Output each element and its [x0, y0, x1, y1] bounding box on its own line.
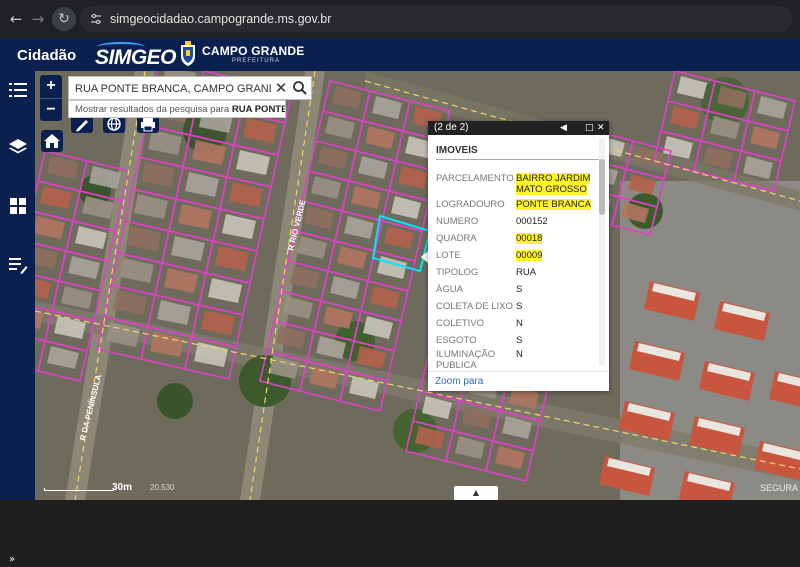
popup-header: (2 de 2) ◀ □ ✕ — [428, 121, 609, 135]
satellite-map[interactable]: R RIO VERDE R DA PENÍNSULA — [35, 71, 800, 500]
simgeo-logo-text: SIMGEO — [95, 46, 177, 69]
map-view[interactable]: R RIO VERDE R DA PENÍNSULA — [35, 71, 800, 500]
zoom-in-button[interactable]: + — [40, 75, 62, 98]
popup-field-value: S — [516, 284, 523, 295]
clear-search-icon[interactable]: ✕ — [273, 79, 289, 97]
expand-panel-button[interactable]: ▲ — [454, 486, 498, 500]
search-icon[interactable] — [291, 79, 309, 97]
popup-field-value: N — [516, 349, 523, 360]
scale-line — [44, 488, 114, 491]
edit-list-icon[interactable] — [8, 255, 28, 275]
popup-field-key: ESGOTO — [436, 335, 477, 346]
scale-label: 30m — [112, 482, 133, 493]
popup-counter: (2 de 2) — [434, 122, 469, 133]
popup-field-key: QUADRA — [436, 233, 477, 244]
previous-feature-icon[interactable]: ◀ — [560, 121, 567, 135]
address-bar[interactable]: simgeocidadao.campogrande.ms.gov.br — [80, 6, 792, 32]
layers-icon[interactable] — [8, 137, 28, 157]
list-menu-icon[interactable] — [8, 80, 28, 100]
app-header: Cidadão SIMGEO CAMPO GRANDE PREFEITURA — [0, 38, 800, 71]
popup-field-key: ÁGUA — [436, 284, 463, 295]
scale-bar: 30m — [44, 482, 164, 496]
map-attribution: SEGURA — [760, 483, 799, 493]
city-sub: PREFEITURA — [232, 58, 281, 64]
popup-field-key: ILUMINAÇÃO PUBLICA — [436, 349, 496, 371]
popup-scrollbar[interactable] — [599, 139, 605, 365]
feature-popup: (2 de 2) ◀ □ ✕ IMOVEIS PARCELAMENTO BAIRR… — [428, 121, 609, 391]
url-text: simgeocidadao.campogrande.ms.gov.br — [110, 12, 332, 26]
popup-field-value: RUA — [516, 267, 537, 278]
popup-body[interactable]: IMOVEIS PARCELAMENTO BAIRRO JARDIM MATO G… — [428, 135, 609, 371]
app-title: Cidadão — [17, 47, 77, 64]
coordinate-readout: 20.530 — [150, 483, 175, 492]
site-info-icon[interactable] — [88, 11, 104, 27]
search-suggestion[interactable]: Mostrar resultados da pesquisa para RUA … — [68, 100, 286, 118]
maximize-icon[interactable]: □ — [585, 121, 594, 135]
close-popup-icon[interactable]: ✕ — [597, 121, 605, 135]
popup-field-key: LOGRADOURO — [436, 199, 505, 210]
zoom-to-link[interactable]: Zoom para — [435, 376, 483, 387]
home-button[interactable] — [41, 130, 63, 152]
home-icon — [44, 134, 60, 148]
simgeo-logo: SIMGEO — [95, 42, 177, 69]
reload-icon[interactable]: ↻ — [52, 7, 76, 31]
popup-divider — [436, 159, 599, 160]
popup-footer: Zoom para — [428, 371, 609, 391]
popup-scroll-thumb[interactable] — [599, 159, 605, 215]
search-hint-prefix: Mostrar resultados da pesquisa para — [75, 104, 232, 115]
city-crest-icon — [179, 41, 197, 67]
popup-field-value: N — [516, 318, 523, 329]
popup-field-key: COLETA DE LIXO — [436, 301, 513, 312]
popup-title: IMOVEIS — [436, 145, 478, 156]
popup-field-key: NUMERO — [436, 216, 479, 227]
city-name: CAMPO GRANDE — [202, 44, 305, 58]
zoom-out-button[interactable]: − — [40, 98, 62, 121]
search-input[interactable] — [75, 80, 271, 97]
back-arrow-icon[interactable]: ← — [6, 9, 26, 29]
left-rail: » — [0, 71, 35, 565]
popup-field-value: S — [516, 335, 523, 346]
expand-rail-icon[interactable]: » — [9, 553, 27, 567]
campo-grande-logo: CAMPO GRANDE PREFEITURA — [202, 44, 304, 64]
popup-field-key: PARCELAMENTO — [436, 173, 514, 184]
forward-arrow-icon[interactable]: → — [28, 9, 48, 29]
popup-field-value: 000152 — [516, 216, 548, 227]
zoom-control: + − — [40, 75, 62, 121]
popup-field-key: TIPOLOG — [436, 267, 479, 278]
search-box: ✕ — [68, 76, 312, 100]
browser-toolbar: ← → ↻ simgeocidadao.campogrande.ms.gov.b… — [0, 0, 800, 38]
popup-field-value: 00009 — [516, 250, 543, 261]
search-hint-term: RUA PONTE... — [231, 104, 285, 115]
popup-field-key: LOTE — [436, 250, 461, 261]
popup-field-value: S — [516, 301, 523, 312]
popup-field-value: PONTE BRANCA — [516, 199, 591, 210]
popup-field-key: COLETIVO — [436, 318, 485, 329]
popup-field-value: BAIRRO JARDIM MATO GROSSO — [516, 173, 591, 195]
grid-apps-icon[interactable] — [8, 196, 28, 216]
popup-field-value: 00018 — [516, 233, 543, 244]
